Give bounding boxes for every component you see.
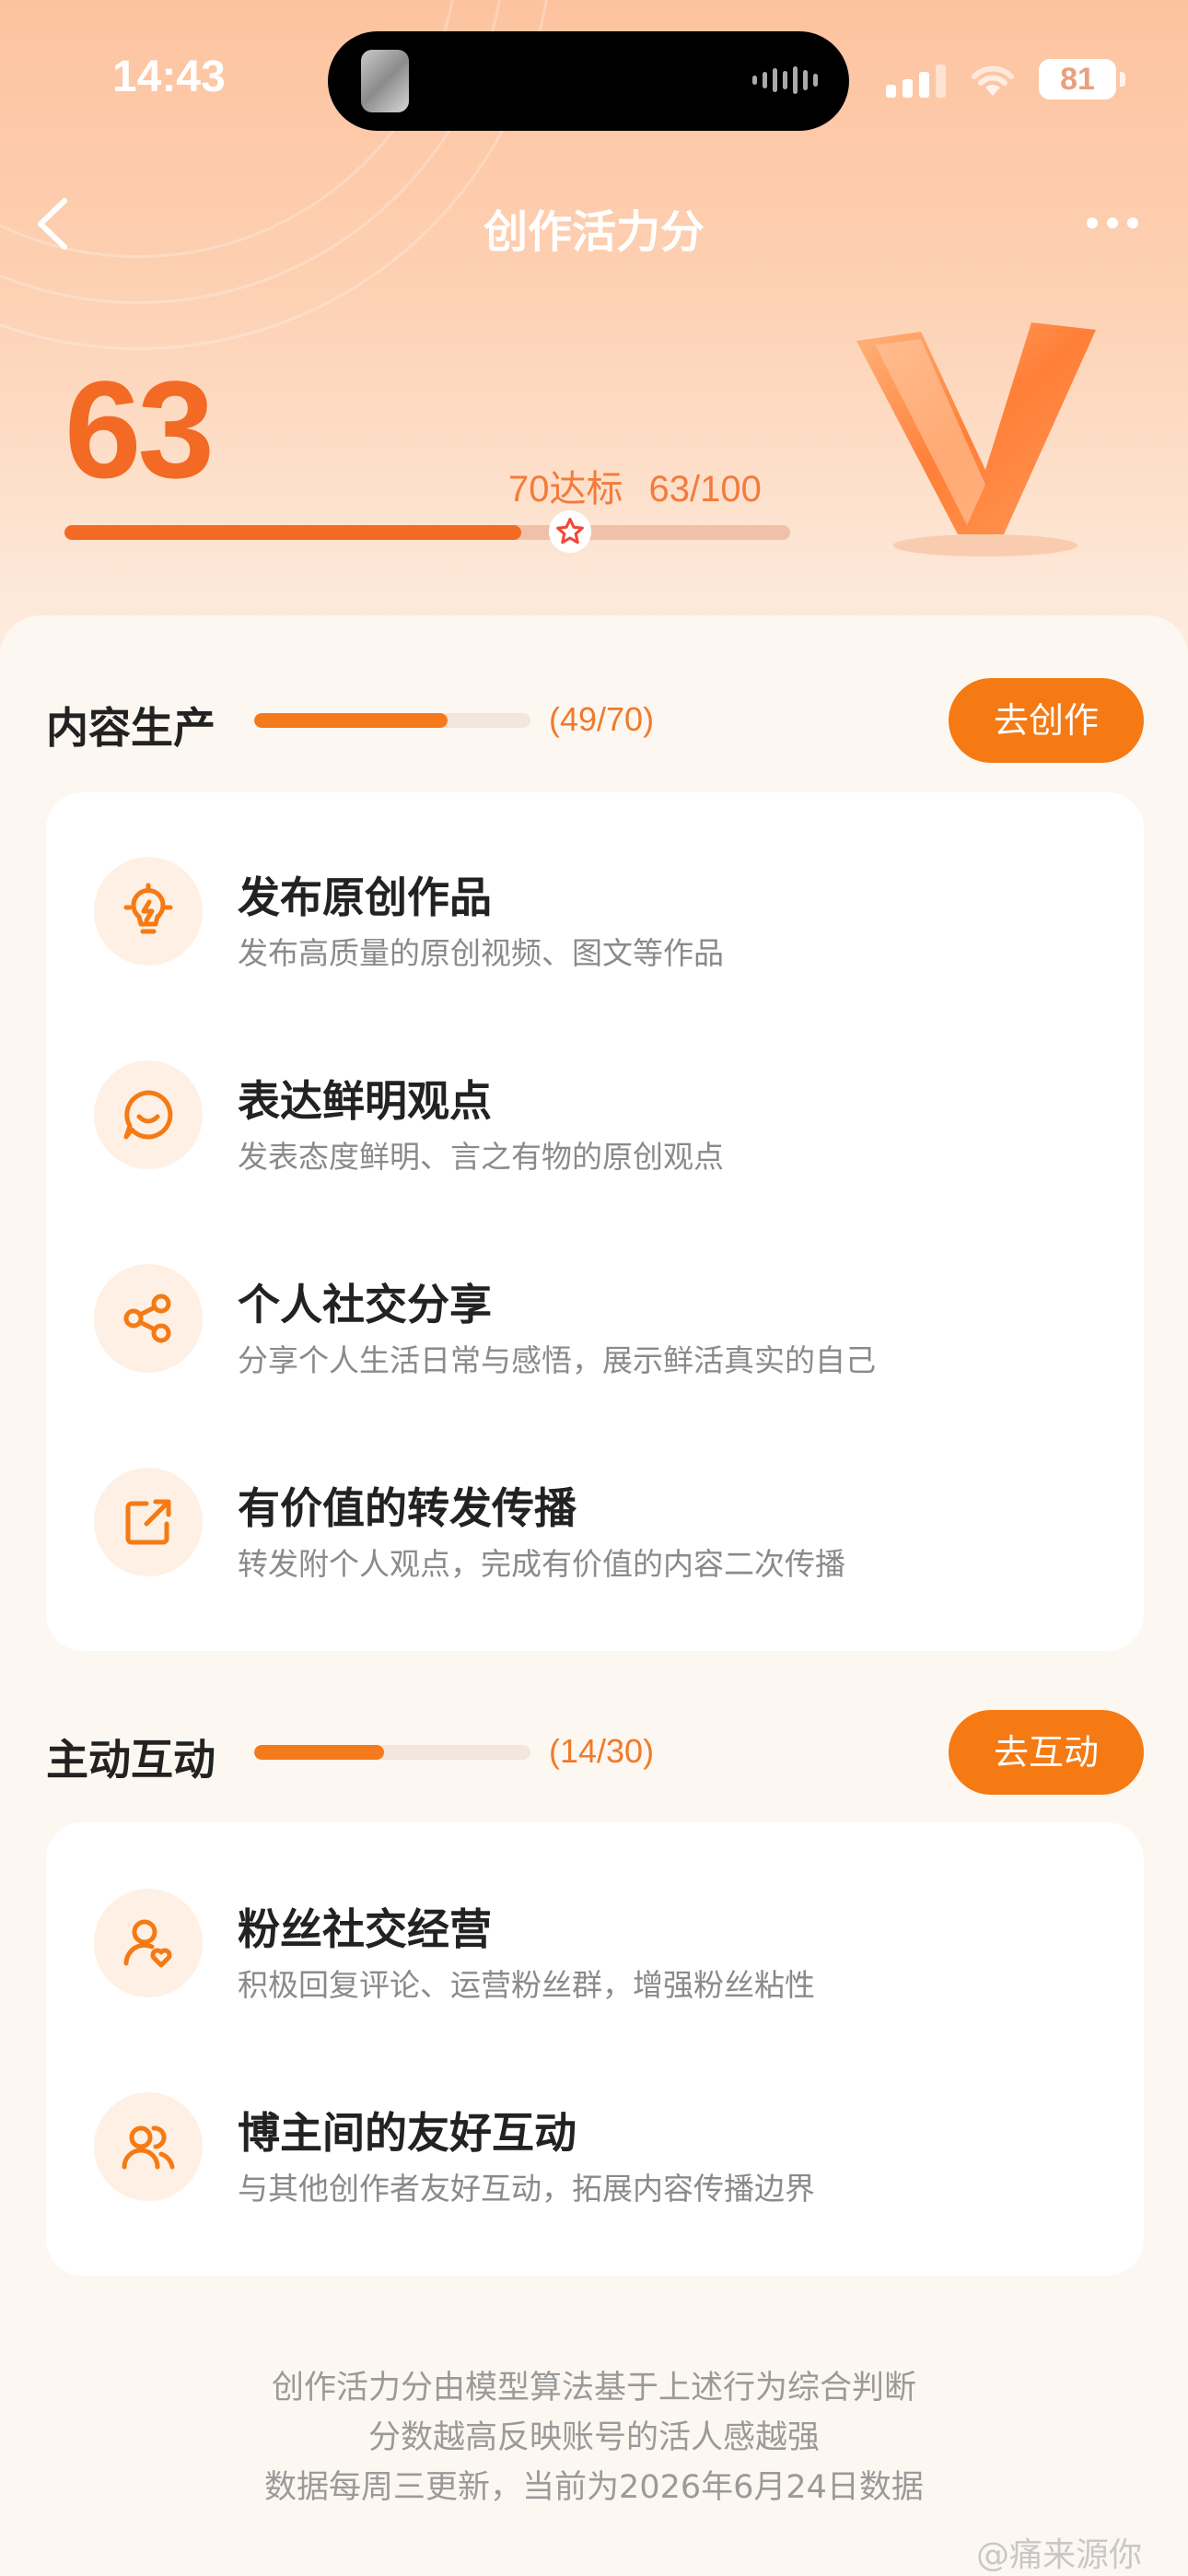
section-progress-fill — [254, 713, 448, 728]
list-item[interactable]: 粉丝社交经营 积极回复评论、运营粉丝群，增强粉丝粘性 — [46, 1870, 1144, 2018]
users-icon — [94, 2092, 203, 2201]
score-progress-label: 63/100 — [648, 469, 762, 509]
item-description: 发表态度鲜明、言之有物的原创观点 — [238, 1139, 724, 1175]
item-description: 转发附个人观点，完成有价值的内容二次传播 — [238, 1546, 845, 1582]
score-progress-bar — [64, 525, 790, 540]
item-title: 粉丝社交经营 — [238, 1904, 492, 1954]
list-item[interactable]: 博主间的友好互动 与其他创作者友好互动，拓展内容传播边界 — [46, 2074, 1144, 2221]
item-title: 博主间的友好互动 — [238, 2108, 577, 2158]
active-interaction-card: 粉丝社交经营 积极回复评论、运营粉丝群，增强粉丝粘性 博主间的友好互动 与其他创… — [46, 1822, 1144, 2276]
status-time: 14:43 — [112, 53, 226, 101]
list-item[interactable]: 个人社交分享 分享个人生活日常与感悟，展示鲜活真实的自己 — [46, 1246, 1144, 1393]
battery-indicator: 81 — [1039, 59, 1116, 100]
dynamic-island — [328, 31, 849, 131]
lightbulb-icon — [94, 857, 203, 966]
footer-line: 数据每周三更新，当前为2026年6月24日数据 — [264, 2469, 924, 2506]
item-title: 有价值的转发传播 — [238, 1483, 577, 1533]
page-title: 创作活力分 — [483, 206, 705, 258]
section-progress-bar — [254, 713, 530, 728]
item-title: 表达鲜明观点 — [238, 1076, 492, 1126]
list-item[interactable]: 发布原创作品 发布高质量的原创视频、图文等作品 — [46, 838, 1144, 986]
item-title: 个人社交分享 — [238, 1280, 492, 1329]
footer-notes: 创作活力分由模型算法基于上述行为综合判断 分数越高反映账号的活人感越强 数据每周… — [0, 2363, 1188, 2512]
v-badge-logo — [856, 322, 1096, 556]
section-progress-bar — [254, 1745, 530, 1760]
target-label: 70达标 — [508, 469, 623, 509]
item-description: 与其他创作者友好互动，拓展内容传播边界 — [238, 2171, 815, 2207]
more-options-button[interactable] — [1087, 217, 1138, 228]
audio-wave-icon — [752, 66, 818, 94]
go-interact-button[interactable]: 去互动 — [949, 1710, 1144, 1795]
section-title-active-interaction: 主动互动 — [46, 1735, 215, 1785]
star-icon — [556, 517, 584, 544]
item-description: 积极回复评论、运营粉丝群，增强粉丝粘性 — [238, 1967, 815, 2003]
list-item[interactable]: 表达鲜明观点 发表态度鲜明、言之有物的原创观点 — [46, 1042, 1144, 1189]
section-count: (49/70) — [549, 700, 655, 738]
footer-line: 分数越高反映账号的活人感越强 — [367, 2419, 820, 2456]
section-progress-fill — [254, 1745, 384, 1760]
watermark: @痛来源你 — [976, 2536, 1143, 2574]
go-create-button[interactable]: 去创作 — [949, 678, 1144, 763]
content-production-card: 发布原创作品 发布高质量的原创视频、图文等作品 表达鲜明观点 发表态度鲜明、言之… — [46, 792, 1144, 1651]
chat-smile-icon — [94, 1060, 203, 1169]
section-count: (14/30) — [549, 1732, 655, 1770]
score-target: 70达标 63/100 — [508, 459, 762, 512]
item-title: 发布原创作品 — [238, 872, 492, 922]
target-star-marker — [549, 510, 591, 553]
item-description: 分享个人生活日常与感悟，展示鲜活真实的自己 — [238, 1342, 876, 1378]
list-item[interactable]: 有价值的转发传播 转发附个人观点，完成有价值的内容二次传播 — [46, 1449, 1144, 1597]
score-value: 63 — [64, 352, 215, 507]
signal-icon — [886, 64, 946, 98]
user-heart-icon — [94, 1889, 203, 1997]
footer-line: 创作活力分由模型算法基于上述行为综合判断 — [271, 2370, 916, 2406]
now-playing-thumbnail — [361, 50, 409, 112]
share-icon — [94, 1264, 203, 1373]
score-progress-fill — [64, 525, 522, 540]
wifi-icon — [972, 65, 1014, 96]
item-description: 发布高质量的原创视频、图文等作品 — [238, 935, 724, 971]
section-title-content-production: 内容生产 — [46, 703, 215, 753]
repost-icon — [94, 1468, 203, 1576]
